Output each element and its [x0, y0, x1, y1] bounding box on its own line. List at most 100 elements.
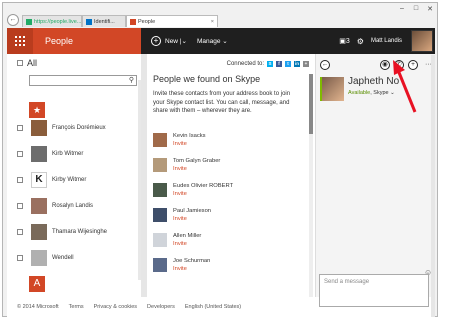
chevron-down-icon: ⌄ [181, 38, 187, 45]
manage-button[interactable]: Manage ⌄ [197, 37, 228, 45]
avatar [153, 158, 167, 172]
message-input[interactable]: Send a message [319, 274, 429, 307]
contact-checkbox[interactable] [17, 203, 23, 209]
tab-bar: ← https://people.live... Identifi... Peo… [3, 13, 437, 27]
avatar: A [29, 276, 45, 292]
chat-count: 3 [345, 38, 350, 45]
list-item: Kevin Isacks Invite [153, 132, 206, 148]
copyright: © 2014 Microsoft [17, 304, 59, 310]
linkedin-icon[interactable]: in [294, 61, 300, 67]
all-label: All [27, 58, 38, 68]
select-all-checkbox[interactable] [17, 60, 23, 66]
invite-name: Joe Schurman [173, 258, 211, 264]
minimize-button[interactable]: – [397, 5, 407, 13]
contact-checkbox[interactable] [17, 125, 23, 131]
close-tab-icon[interactable]: × [211, 19, 214, 25]
add-network-icon[interactable]: + [303, 61, 309, 67]
skype-icon[interactable]: S [267, 61, 273, 67]
tab-people[interactable]: People × [126, 15, 218, 27]
terms-link[interactable]: Terms [69, 304, 84, 310]
people-app-icon [130, 18, 136, 25]
list-item[interactable]: A [17, 276, 45, 292]
app-launcher-icon[interactable] [7, 28, 33, 54]
header-right: ▣3 ⚙ Matt Landis [339, 30, 435, 52]
twitter-icon[interactable]: t [285, 61, 291, 67]
list-item: Tom Galyn Graber Invite [153, 157, 220, 173]
scrollbar-thumb[interactable] [309, 74, 313, 134]
presence-status[interactable]: Available, Skype ⌄ [348, 90, 395, 96]
list-item[interactable]: K Kirby Witmer [17, 172, 86, 188]
contact-checkbox[interactable] [17, 177, 23, 183]
list-item: Paul Jamieson Invite [153, 207, 211, 223]
command-bar: + New |⌄ Manage ⌄ ▣3 ⚙ Matt Landis [141, 28, 435, 54]
section-description: Invite these contacts from your address … [153, 91, 291, 114]
facebook-icon[interactable]: f [276, 61, 282, 67]
app-header: People + New |⌄ Manage ⌄ ▣3 ⚙ Matt Landi… [7, 28, 435, 54]
avatar[interactable] [411, 30, 433, 52]
connected-services: Connected to: S f t in + [147, 54, 309, 74]
avatar [153, 258, 167, 272]
avatar [31, 224, 47, 240]
tab-people-live[interactable]: https://people.live... [22, 15, 82, 27]
invite-link[interactable]: Invite [173, 265, 210, 273]
search-icon[interactable]: ⚲ [129, 76, 134, 84]
footer: © 2014 Microsoft Terms Privacy & cookies… [7, 297, 315, 317]
section-title: People we found on Skype [153, 74, 261, 84]
avatar [153, 183, 167, 197]
list-item[interactable]: Thamara Wijesinghe [17, 224, 107, 240]
list-item[interactable]: François Dorémieux [17, 120, 106, 136]
avatar [153, 208, 167, 222]
contact-checkbox[interactable] [17, 151, 23, 157]
contact-checkbox[interactable] [17, 229, 23, 235]
connected-label: Connected to: [226, 61, 264, 67]
skype-suggestions: People we found on Skype Invite these co… [147, 74, 309, 297]
suggestions-scrollbar[interactable] [309, 74, 313, 297]
maximize-button[interactable]: □ [411, 5, 421, 13]
contact-checkbox[interactable] [17, 255, 23, 261]
browser-window: – □ ✕ ← https://people.live... Identifi.… [2, 2, 438, 317]
app-title: People [45, 36, 74, 46]
gear-icon[interactable]: ⚙ [357, 37, 364, 46]
avatar [153, 233, 167, 247]
invite-name: Paul Jamieson [173, 208, 212, 214]
list-item: Joe Schurman Invite [153, 257, 210, 273]
avatar [31, 250, 47, 266]
privacy-link[interactable]: Privacy & cookies [94, 304, 137, 310]
favorite-tile[interactable]: ★ [29, 102, 45, 118]
new-button[interactable]: New |⌄ [165, 37, 187, 45]
select-all-row[interactable]: All [17, 58, 37, 68]
list-item[interactable]: Kirb Witmer [17, 146, 83, 162]
chat-icon[interactable]: ▣3 [339, 37, 350, 45]
new-plus-icon[interactable]: + [151, 36, 161, 46]
list-item[interactable]: Wendell [17, 250, 74, 266]
language-link[interactable]: English (United States) [185, 304, 241, 310]
page-scrollbar[interactable] [431, 55, 435, 317]
search-input[interactable]: ⚲ [29, 75, 137, 86]
invite-name: Allen Miller [173, 233, 202, 239]
avatar [31, 120, 47, 136]
invite-name: Tom Galyn Graber [173, 158, 221, 164]
invite-name: Kevin Isacks [173, 133, 206, 139]
invite-link[interactable]: Invite [173, 215, 211, 223]
back-arrow-icon[interactable]: ← [320, 60, 330, 70]
invite-link[interactable]: Invite [173, 165, 220, 173]
list-item: Allen Miller Invite [153, 232, 201, 248]
invite-link[interactable]: Invite [173, 240, 201, 248]
list-item[interactable]: Rosalyn Landis [17, 198, 93, 214]
red-arrow-annotation [393, 60, 417, 113]
page-viewport: People + New |⌄ Manage ⌄ ▣3 ⚙ Matt Landi… [7, 28, 435, 317]
chevron-down-icon: ⌄ [222, 38, 228, 45]
close-window-button[interactable]: ✕ [425, 5, 435, 13]
developers-link[interactable]: Developers [147, 304, 175, 310]
lock-icon [26, 18, 32, 25]
avatar [31, 198, 47, 214]
avatar: K [31, 172, 47, 188]
brand-bar: People [7, 28, 141, 54]
user-name[interactable]: Matt Landis [371, 38, 402, 44]
invite-link[interactable]: Invite [173, 190, 233, 198]
invite-link[interactable]: Invite [173, 140, 206, 148]
avatar [320, 77, 344, 101]
back-button[interactable]: ← [7, 14, 19, 26]
tab-identity[interactable]: Identifi... [82, 15, 126, 27]
invite-name: Eudes Olivier ROBERT [173, 183, 234, 189]
